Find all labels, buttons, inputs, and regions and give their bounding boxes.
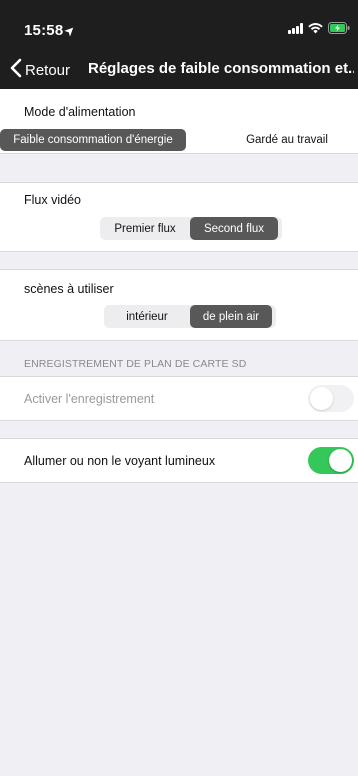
location-arrow-icon: ➤ — [63, 23, 79, 39]
cellular-signal-icon — [288, 22, 303, 34]
indicator-light-row: Allumer ou non le voyant lumineux — [0, 439, 358, 482]
divider — [0, 482, 358, 483]
wifi-icon — [308, 22, 323, 34]
power-mode-label: Mode d'alimentation — [24, 105, 136, 119]
video-stream-section: Flux vidéo Premier flux Second flux — [0, 183, 358, 251]
chevron-left-icon — [10, 58, 22, 83]
scene-label: scènes à utiliser — [24, 282, 114, 296]
toggle-knob — [310, 387, 333, 410]
enable-recording-label: Activer l'enregistrement — [24, 392, 155, 406]
page-title: Réglages de faible consommation et... — [88, 60, 354, 77]
scene-segmented-control: intérieur de plein air — [104, 305, 276, 328]
power-mode-section: Mode d'alimentation Faible consommation … — [0, 89, 358, 153]
segment-first-stream[interactable]: Premier flux — [100, 217, 190, 240]
scene-section: scènes à utiliser intérieur de plein air — [0, 270, 358, 340]
status-time-text: 15:58 — [24, 22, 64, 39]
status-icons — [288, 22, 350, 34]
indicator-light-label: Allumer ou non le voyant lumineux — [24, 454, 216, 468]
sd-recording-row: Activer l'enregistrement — [0, 377, 358, 420]
segment-kept-working[interactable]: Gardé au travail — [220, 129, 354, 151]
segment-second-stream[interactable]: Second flux — [190, 217, 278, 240]
status-time: 15:58➤ — [24, 22, 79, 39]
battery-charging-icon — [328, 22, 350, 34]
segment-indoor[interactable]: intérieur — [104, 305, 190, 328]
divider — [0, 251, 358, 252]
power-mode-segmented-control: Faible consommation d'énergie Gardé au t… — [0, 129, 358, 151]
back-button-label: Retour — [25, 62, 71, 79]
sd-recording-header: ENREGISTREMENT DE PLAN DE CARTE SD — [24, 358, 247, 370]
indicator-light-toggle[interactable] — [308, 447, 354, 474]
video-stream-label: Flux vidéo — [24, 193, 81, 207]
enable-recording-toggle[interactable] — [308, 385, 354, 412]
divider — [0, 153, 358, 154]
segment-outdoor[interactable]: de plein air — [190, 305, 272, 328]
segment-low-power[interactable]: Faible consommation d'énergie — [0, 129, 186, 151]
top-bar: 15:58➤ Retour Réglages de faible consomm… — [0, 0, 358, 89]
status-bar: 15:58➤ — [0, 0, 358, 48]
divider — [0, 420, 358, 421]
divider — [0, 340, 358, 341]
back-button[interactable]: Retour — [10, 58, 70, 83]
toggle-knob — [329, 449, 352, 472]
navigation-bar: Retour Réglages de faible consommation e… — [0, 52, 358, 88]
video-stream-segmented-control: Premier flux Second flux — [100, 217, 282, 240]
